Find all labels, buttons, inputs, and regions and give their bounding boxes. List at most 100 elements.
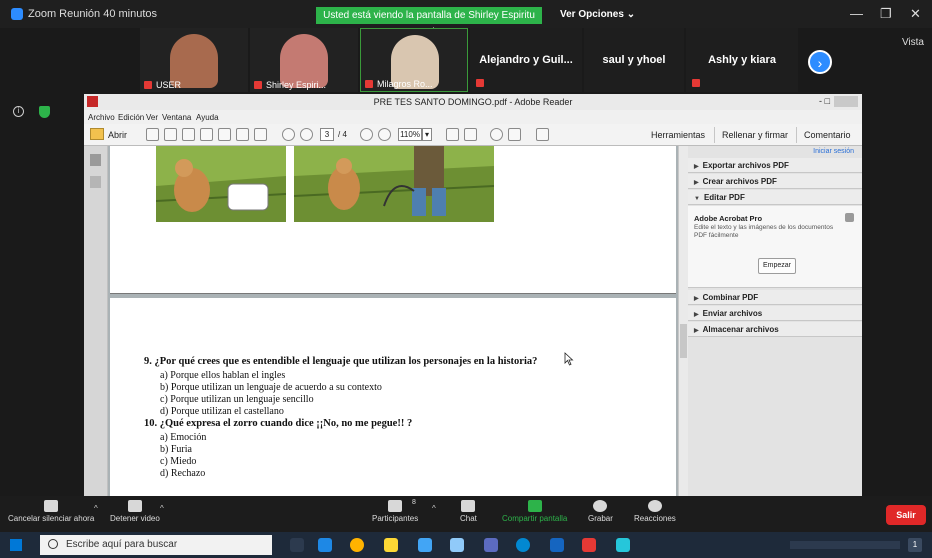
security-app-icon[interactable] [582, 538, 596, 552]
word-icon[interactable] [418, 538, 432, 552]
muted-mic-icon [254, 81, 262, 89]
view-options-button[interactable]: Ver Opciones ⌄ [560, 9, 635, 20]
start-button[interactable]: Empezar [758, 258, 796, 274]
participant-tile[interactable]: Ashly y kiara [686, 28, 798, 92]
acrobat-description: Edite el texto y las imágenes de los doc… [694, 224, 834, 239]
edge-icon[interactable] [516, 538, 530, 552]
info-icon[interactable]: i [13, 106, 24, 117]
taskbar-search-input[interactable]: Escribe aquí para buscar [40, 535, 272, 555]
create-pdf-icon[interactable] [146, 128, 159, 141]
tools-button[interactable]: Herramientas [644, 127, 712, 143]
previous-page-icon[interactable] [282, 128, 295, 141]
panel-item-store-files[interactable]: ▶ Almacenar archivos [688, 322, 862, 337]
restore-icon[interactable]: □ [825, 96, 830, 106]
panel-item-export-pdf[interactable]: ▶ Exportar archivos PDF [688, 158, 862, 173]
participant-tile[interactable]: saul y yhoel [584, 28, 684, 92]
security-shield-icon[interactable] [39, 106, 50, 118]
login-link[interactable]: Iniciar sesión [813, 148, 854, 155]
meeting-background [0, 92, 80, 492]
panel-item-create-pdf[interactable]: ▶ Crear archivos PDF [688, 174, 862, 189]
panel-item-send-files[interactable]: ▶ Enviar archivos [688, 306, 862, 321]
expand-triangle-icon: ▶ [694, 164, 699, 170]
menu-ayuda[interactable]: Ayuda [196, 113, 219, 122]
save-icon[interactable] [218, 128, 231, 141]
telegram-icon[interactable] [318, 538, 332, 552]
chrome-icon[interactable] [350, 538, 364, 552]
chevron-down-icon[interactable]: ▾ [422, 128, 432, 141]
participants-icon [388, 500, 403, 512]
edit-pdf-icon [845, 213, 854, 222]
collapse-triangle-icon: ▼ [694, 196, 700, 202]
chevron-up-icon[interactable]: ^ [160, 504, 164, 513]
reactions-button[interactable]: Reacciones [634, 500, 676, 523]
muted-mic-icon [144, 81, 152, 89]
highlight-icon[interactable] [508, 128, 521, 141]
attachment-icon[interactable] [90, 176, 101, 188]
fit-page-icon[interactable] [446, 128, 459, 141]
chevron-up-icon[interactable]: ^ [432, 504, 436, 513]
fit-width-icon[interactable] [464, 128, 477, 141]
expand-triangle-icon: ▶ [694, 328, 699, 334]
panel-item-edit-pdf[interactable]: ▼ Editar PDF [688, 190, 862, 205]
question-9-option: d) Porque utilizan el castellano [160, 406, 284, 417]
panel-item-combine-pdf[interactable]: ▶ Combinar PDF [688, 290, 862, 305]
restore-icon[interactable]: ❐ [880, 6, 892, 22]
task-view-icon[interactable] [290, 538, 304, 552]
print-icon[interactable] [236, 128, 249, 141]
teams-icon[interactable] [484, 538, 498, 552]
document-viewport[interactable]: 9. ¿Por qué crees que es entendible el l… [108, 146, 678, 496]
page-number-input[interactable]: 3 [320, 128, 334, 141]
menu-edicion[interactable]: Edición [118, 113, 144, 122]
participant-tile[interactable]: Milagros Ro... [360, 28, 468, 92]
participant-tile[interactable]: Shirley Espiri... [250, 28, 358, 92]
menu-ventana[interactable]: Ventana [162, 113, 191, 122]
menu-archivo[interactable]: Archivo [88, 113, 115, 122]
system-tray[interactable] [790, 541, 900, 549]
leave-meeting-button[interactable]: Salir [886, 505, 926, 525]
participant-tile[interactable]: Alejandro y Guil... [470, 28, 582, 92]
export-icon[interactable] [164, 128, 177, 141]
photos-icon[interactable] [450, 538, 464, 552]
open-button[interactable]: Abrir [108, 130, 127, 140]
comment-button[interactable]: Comentario [796, 127, 858, 143]
mute-button[interactable]: Cancelar silenciar ahora [8, 500, 94, 523]
reader-toolbar: Abrir 3 / 4 110% ▾ Herramientas Rellenar… [84, 124, 862, 146]
notification-icon[interactable]: 1 [908, 538, 922, 552]
chat-button[interactable]: Chat [460, 500, 477, 523]
mouse-cursor-icon [564, 352, 574, 366]
chevron-right-icon[interactable]: › [808, 50, 832, 74]
chat-bubble-icon [461, 500, 476, 512]
close-icon[interactable] [834, 96, 858, 107]
participant-tile[interactable]: USER [140, 28, 248, 92]
zoom-level-input[interactable]: 110% [398, 128, 422, 141]
cloud-icon[interactable] [200, 128, 213, 141]
folder-open-icon[interactable] [90, 128, 104, 140]
scrollbar-thumb[interactable] [680, 324, 687, 358]
zoom-in-icon[interactable] [378, 128, 391, 141]
fill-sign-button[interactable]: Rellenar y firmar [714, 127, 795, 143]
file-explorer-icon[interactable] [384, 538, 398, 552]
question-9-option: a) Porque ellos hablan el ingles [160, 370, 286, 381]
reader-title: PRE TES SANTO DOMINGO.pdf - Adobe Reader [373, 97, 573, 107]
close-icon[interactable]: ✕ [910, 6, 921, 22]
comment-icon[interactable] [490, 128, 503, 141]
record-button[interactable]: Grabar [588, 500, 613, 523]
zoom-app-icon[interactable] [616, 538, 630, 552]
menu-ver[interactable]: Ver [146, 113, 158, 122]
edit-icon[interactable] [182, 128, 195, 141]
view-button[interactable]: Vista [902, 37, 924, 48]
vertical-scrollbar[interactable] [678, 146, 688, 496]
store-icon[interactable] [550, 538, 564, 552]
email-icon[interactable] [254, 128, 267, 141]
windows-start-icon[interactable] [10, 539, 22, 551]
next-page-icon[interactable] [300, 128, 313, 141]
mic-off-icon [44, 500, 59, 512]
share-screen-button[interactable]: Compartir pantalla [502, 500, 567, 523]
chevron-up-icon[interactable]: ^ [94, 504, 98, 513]
stop-video-button[interactable]: Detener video [110, 500, 160, 523]
zoom-out-icon[interactable] [360, 128, 373, 141]
pages-icon[interactable] [90, 154, 101, 166]
expand-icon[interactable] [536, 128, 549, 141]
minimize-icon[interactable]: — [850, 6, 863, 21]
minimize-icon[interactable]: - [819, 96, 822, 106]
